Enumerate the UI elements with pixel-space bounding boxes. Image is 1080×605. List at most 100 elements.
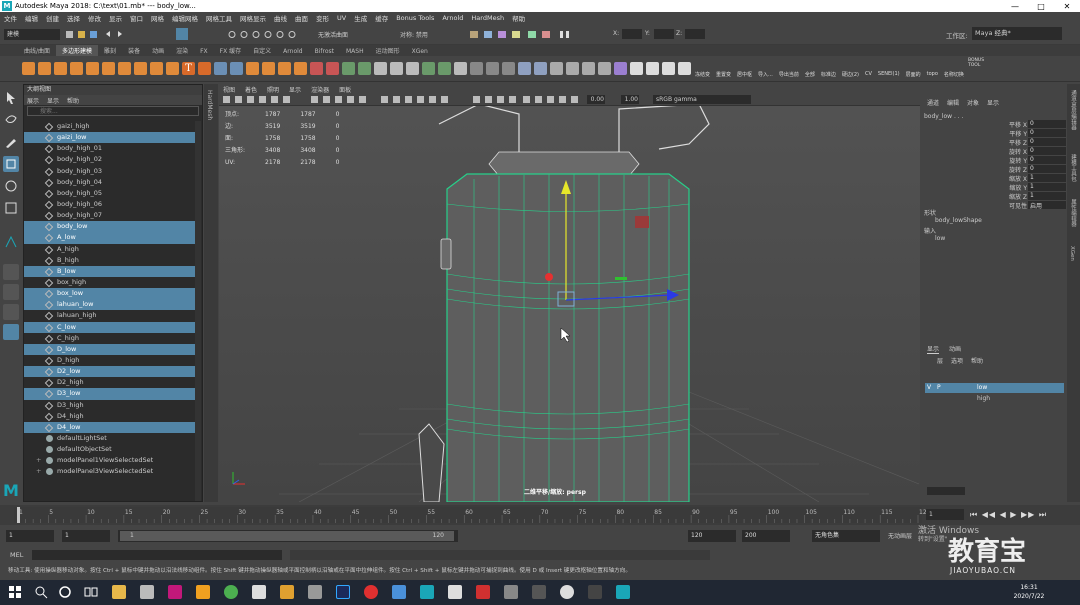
layer-menu-options[interactable]: 选项 [951,356,963,365]
cb-shape-name[interactable]: body_lowShape [935,217,982,224]
outliner-item[interactable]: B_high [24,255,196,266]
outliner-item[interactable]: box_high [24,277,196,288]
text-icon[interactable]: T [182,62,195,75]
windows-start-icon[interactable] [8,585,22,599]
menu-generate[interactable]: 生成 [354,13,367,23]
outliner-menu-help[interactable]: 帮助 [67,96,79,105]
poly-plane-icon[interactable] [102,62,115,75]
outliner-item[interactable]: C_low [24,321,196,333]
outliner-menu-show[interactable]: 显示 [47,96,59,105]
side-tab-attribute-editor[interactable]: 属性编辑器 [1069,199,1077,227]
tab-rigging[interactable]: 装备 [122,45,146,56]
poly-sphere-icon[interactable] [22,62,35,75]
mirror-icon[interactable] [310,62,323,75]
mel-label[interactable]: MEL [10,551,23,559]
app-icon-14[interactable] [588,585,602,599]
cb-attribute-value[interactable]: 0 [1028,129,1066,137]
cb-attribute-row[interactable]: 平移 X0 [981,120,1067,129]
tab-rendering[interactable]: 渲染 [170,45,194,56]
layer-row-low[interactable]: V P low [925,383,1064,393]
cb-attribute-name[interactable]: 缩放 Y [1009,183,1027,192]
cb-attribute-name[interactable]: 可见性 [1009,201,1027,210]
cb-attribute-row[interactable]: 缩放 X1 [981,174,1067,183]
task-view-icon[interactable] [84,585,98,599]
outliner-item[interactable]: body_high_02 [24,154,196,165]
poly-platonic-icon[interactable] [134,62,147,75]
vp-menu-view[interactable]: 视图 [223,85,235,94]
vp-menu-shading[interactable]: 着色 [245,85,257,94]
tab-curves-surfaces[interactable]: 曲线/曲面 [18,45,56,56]
range-slider-handle[interactable]: 1 120 [120,531,454,541]
z-field[interactable] [685,29,705,39]
outliner-item[interactable]: D4_high [24,411,196,422]
cb-menu-channels[interactable]: 通道 [927,98,939,107]
app-icon-8[interactable] [392,585,406,599]
layer-playback-toggle[interactable]: P [937,383,941,393]
file-explorer-icon[interactable] [112,585,126,599]
outliner-item[interactable]: D_low [24,343,196,355]
tab-fx-caching[interactable]: FX 缓存 [214,45,247,56]
snap-icons[interactable] [228,30,308,39]
maya-taskbar-icon[interactable] [420,585,434,599]
menu-curves[interactable]: 曲线 [274,13,287,23]
uv-editor-icon[interactable] [438,62,451,75]
tab-motion-graphics[interactable]: 运动图形 [370,45,406,56]
scale-tool-icon[interactable] [3,200,19,216]
cb-attribute-row[interactable]: 平移 Y0 [981,129,1067,138]
outliner-item[interactable]: D2_low [24,366,196,378]
app-icon-1[interactable] [140,585,154,599]
cb-attribute-value[interactable]: 0 [1028,165,1066,173]
menu-arnold[interactable]: Arnold [442,14,463,22]
cb-attribute-value[interactable]: 0 [1028,138,1066,146]
outliner-item[interactable]: lahuan_low [24,299,196,311]
cb-attribute-value[interactable]: 1 [1028,174,1066,182]
outliner-item[interactable]: gaizi_high [24,121,196,132]
menu-modify[interactable]: 修改 [88,13,101,23]
menu-hardmesh[interactable]: HardMesh [471,14,504,22]
planar-map-icon[interactable] [422,62,435,75]
tab-xgen[interactable]: XGen [406,47,434,56]
reset-transform-icon[interactable] [486,62,499,75]
outliner-item[interactable]: D4_low [24,421,196,433]
time-slider[interactable]: 1 5 10 15 20 25 30 35 40 45 50 55 60 65 70 75 80 85 90 95 10… [0,505,1080,525]
tab-bifrost[interactable]: Bifrost [309,47,340,56]
workspace-dropdown[interactable]: Maya 经典* [972,27,1062,40]
bonus-tools-icon[interactable] [630,62,643,75]
move-tool-icon[interactable] [3,156,19,172]
outliner-scrollbar[interactable] [195,121,201,501]
select-by-hierarchy-icon[interactable] [176,28,188,40]
center-pivot-icon[interactable] [502,62,515,75]
cb-attribute-value[interactable]: 0 [1028,147,1066,155]
symmetry-label[interactable]: 对称: 禁用 [400,30,428,39]
current-time-marker[interactable] [17,507,20,523]
menu-help[interactable]: 帮助 [512,13,525,23]
topo-icon[interactable] [662,62,675,75]
menu-edit[interactable]: 编辑 [25,13,38,23]
cb-attribute-name[interactable]: 平移 Y [1009,129,1027,138]
app-icon-13[interactable] [560,585,574,599]
layer-tab-display[interactable]: 显示 [927,344,940,354]
clock-date[interactable]: 2020/7/22 [1004,593,1054,600]
current-frame-field[interactable]: 1 [926,509,964,520]
layer-name[interactable]: high [977,394,990,404]
rotate-tool-icon[interactable] [3,178,19,194]
poly-helix-icon[interactable] [166,62,179,75]
outliner-item[interactable]: body_high_07 [24,210,196,221]
cb-attribute-value[interactable]: 1 [1028,192,1066,200]
search-icon[interactable] [34,585,48,599]
quad-draw-icon[interactable] [406,62,419,75]
outliner-item[interactable]: D3_high [24,400,196,411]
app-icon-3[interactable] [196,585,210,599]
cb-menu-edit[interactable]: 编辑 [947,98,959,107]
lasso-tool-icon[interactable] [3,112,19,128]
harden-edge-icon[interactable] [582,62,595,75]
cb-attribute-name[interactable]: 缩放 X [1009,174,1027,183]
svg-icon[interactable] [198,62,211,75]
app-icon-6[interactable] [308,585,322,599]
cb-attribute-row[interactable]: 缩放 Z1 [981,192,1067,201]
select-all-icon[interactable] [550,62,563,75]
last-tool-icon[interactable] [3,234,19,250]
cb-attribute-value[interactable]: 0 [1028,156,1066,164]
menu-mesh-tools[interactable]: 网格工具 [206,13,232,23]
menu-uv[interactable]: UV [337,14,346,22]
